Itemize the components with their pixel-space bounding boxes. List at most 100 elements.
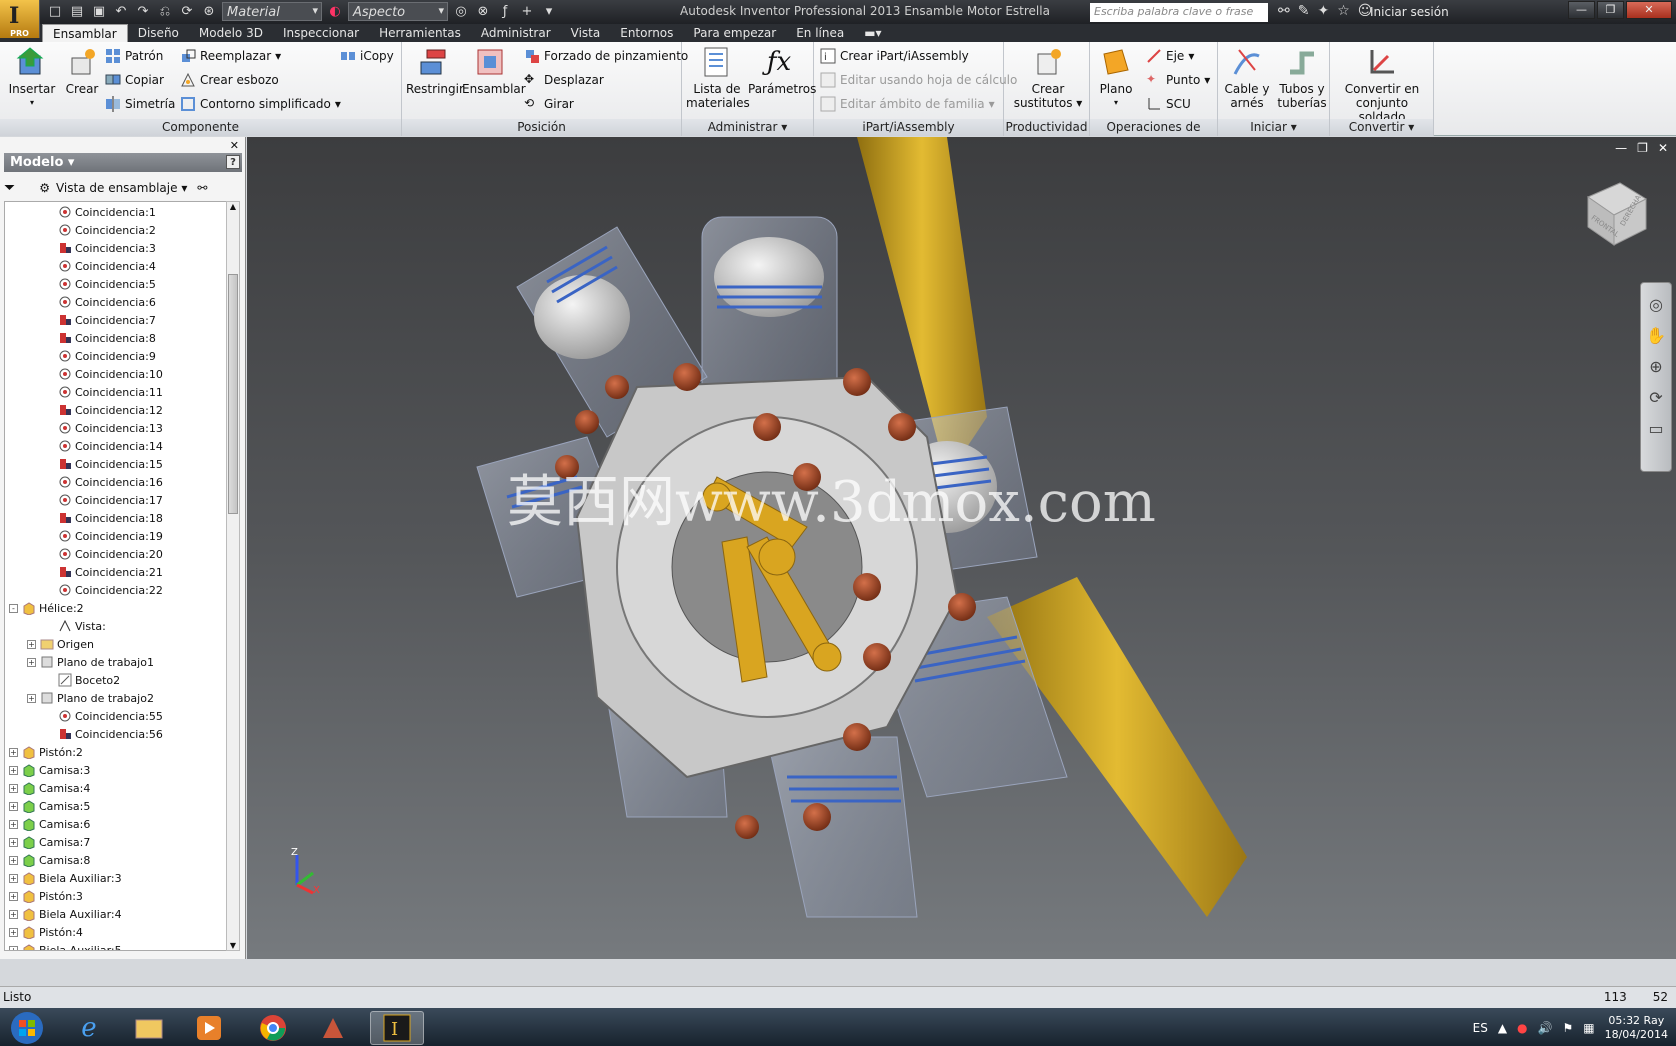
restringir-button[interactable]: Restringir <box>406 46 464 96</box>
punto-button[interactable]: ✦ Punto ▾ <box>1146 72 1210 88</box>
tree-item[interactable]: Coincidencia:7 <box>45 311 156 329</box>
eje-button[interactable]: Eje ▾ <box>1146 48 1194 64</box>
file-explorer-icon[interactable] <box>122 1011 176 1045</box>
browser-scrollbar[interactable]: ▲ ▼ <box>226 201 240 951</box>
tree-item[interactable]: Coincidencia:8 <box>45 329 156 347</box>
tree-item[interactable]: + Biela Auxiliar:5 <box>9 941 122 950</box>
tab-inspeccionar[interactable]: Inspeccionar <box>273 24 369 42</box>
expand-icon[interactable]: + <box>9 945 18 950</box>
parametros-button[interactable]: ƒx Parámetros <box>748 46 816 96</box>
tree-item[interactable]: - Hélice:2 <box>9 599 84 617</box>
start-button[interactable] <box>6 1011 48 1045</box>
taskbar-clock[interactable]: 05:32 Ray 18/04/2014 <box>1605 1014 1668 1042</box>
pan-icon[interactable]: ✋ <box>1641 326 1671 345</box>
qa-customize-icon[interactable]: ▾ <box>540 3 558 21</box>
expand-icon[interactable]: + <box>9 747 18 757</box>
expand-icon[interactable]: + <box>9 855 18 865</box>
return-icon[interactable]: ⎌ <box>156 3 174 21</box>
tree-item[interactable]: Coincidencia:55 <box>45 707 163 725</box>
tree-item[interactable]: + Pistón:3 <box>9 887 83 905</box>
find-binoculars-icon[interactable]: ⚯ <box>197 181 207 195</box>
tree-item[interactable]: Coincidencia:20 <box>45 545 163 563</box>
tree-item[interactable]: + Camisa:6 <box>9 815 90 833</box>
scu-button[interactable]: SCU <box>1146 96 1191 112</box>
copiar-button[interactable]: Copiar <box>105 72 164 88</box>
tab-ensamblar[interactable]: Ensamblar <box>42 24 128 42</box>
tree-item[interactable]: + Plano de trabajo2 <box>27 689 154 707</box>
tree-item[interactable]: + Biela Auxiliar:3 <box>9 869 122 887</box>
tree-item[interactable]: Coincidencia:22 <box>45 581 163 599</box>
tab-administrar[interactable]: Administrar <box>471 24 561 42</box>
lista-materiales-button[interactable]: Lista de materiales <box>686 46 750 110</box>
expand-icon[interactable]: + <box>9 927 18 937</box>
tree-item[interactable]: Coincidencia:11 <box>45 383 163 401</box>
girar-button[interactable]: ⟲ Girar <box>524 96 574 112</box>
desplazar-button[interactable]: ✥ Desplazar <box>524 72 604 88</box>
crear-esbozo-button[interactable]: Crear esbozo <box>180 72 279 88</box>
tab-vista[interactable]: Vista <box>561 24 611 42</box>
internet-explorer-icon[interactable]: e <box>62 1011 116 1045</box>
tab-herramientas[interactable]: Herramientas <box>369 24 471 42</box>
forzado-pinzamiento-button[interactable]: Forzado de pinzamiento <box>524 48 688 64</box>
signin-button[interactable]: Iniciar sesión <box>1370 5 1449 19</box>
plano-button[interactable]: Plano ▾ <box>1094 46 1138 110</box>
graphics-window[interactable]: 莫西网www.3dmox.com — ❐ ✕ FRONTAL DERECHA ◎… <box>247 137 1676 959</box>
expand-icon[interactable]: + <box>9 891 18 901</box>
tree-item[interactable]: Coincidencia:12 <box>45 401 163 419</box>
fx-icon[interactable]: ƒ <box>496 3 514 21</box>
tree-item[interactable]: Vista: <box>45 617 106 635</box>
add-icon[interactable]: + <box>518 3 536 21</box>
tree-item[interactable]: Coincidencia:10 <box>45 365 163 383</box>
satellite-icon[interactable]: ✦ <box>1317 3 1329 19</box>
app-game-icon[interactable] <box>306 1011 360 1045</box>
tab-diseno[interactable]: Diseño <box>128 24 189 42</box>
wrench-icon[interactable]: ✎ <box>1298 3 1310 19</box>
tree-item[interactable]: + Camisa:8 <box>9 851 90 869</box>
vp-close-icon[interactable]: ✕ <box>1658 141 1668 155</box>
vp-restore-icon[interactable]: ❐ <box>1637 141 1648 155</box>
tree-item[interactable]: Coincidencia:9 <box>45 347 156 365</box>
ribbon-options-icon[interactable]: ▬▾ <box>854 24 891 42</box>
star-icon[interactable]: ☆ <box>1337 3 1350 19</box>
action-center-flag-icon[interactable]: ⚑ <box>1562 1021 1573 1035</box>
tree-item[interactable]: + Pistón:4 <box>9 923 83 941</box>
tree-item[interactable]: Coincidencia:18 <box>45 509 163 527</box>
scroll-thumb[interactable] <box>228 274 238 514</box>
expand-icon[interactable]: + <box>9 909 18 919</box>
expand-icon[interactable]: + <box>9 783 18 793</box>
patron-button[interactable]: Patrón <box>105 48 163 64</box>
clear-appearance-icon[interactable]: ◎ <box>452 3 470 21</box>
minimize-icon[interactable]: — <box>1568 1 1595 19</box>
warning-icon[interactable]: ● <box>1517 1021 1527 1035</box>
tree-item[interactable]: Coincidencia:17 <box>45 491 163 509</box>
tree-item[interactable]: + Camisa:3 <box>9 761 90 779</box>
icopy-button[interactable]: iCopy <box>340 48 394 64</box>
open-file-icon[interactable]: ▤ <box>68 3 86 21</box>
appearance-dropdown[interactable]: Aspecto <box>348 2 448 21</box>
tree-item[interactable]: + Camisa:7 <box>9 833 90 851</box>
simetria-button[interactable]: Simetría <box>105 96 175 112</box>
expand-icon[interactable]: + <box>9 801 18 811</box>
expand-icon[interactable]: + <box>9 873 18 883</box>
browser-close-icon[interactable]: ✕ <box>230 139 239 152</box>
reemplazar-button[interactable]: Reemplazar ▾ <box>180 48 281 64</box>
tree-item[interactable]: + Pistón:2 <box>9 743 83 761</box>
new-file-icon[interactable]: □ <box>46 3 64 21</box>
tree-item[interactable]: + Camisa:4 <box>9 779 90 797</box>
material-dropdown[interactable]: Material <box>222 2 322 21</box>
vp-minimize-icon[interactable]: — <box>1615 141 1627 155</box>
volume-icon[interactable]: 🔊 <box>1538 1021 1553 1035</box>
full-nav-wheel-icon[interactable]: ◎ <box>1641 295 1671 314</box>
view-mode-dropdown[interactable]: Vista de ensamblaje ▾ <box>56 181 187 195</box>
contorno-dropdown-icon[interactable]: ▾ <box>335 97 341 111</box>
close-icon[interactable]: ✕ <box>1626 1 1672 19</box>
tree-item[interactable]: + Biela Auxiliar:4 <box>9 905 122 923</box>
tab-en-linea[interactable]: En línea <box>786 24 854 42</box>
tree-item[interactable]: + Plano de trabajo1 <box>27 653 154 671</box>
editar-hoja-calculo-button[interactable]: Editar usando hoja de cálculo <box>820 72 1017 88</box>
help-search-input[interactable]: Escriba palabra clave o frase <box>1090 3 1268 22</box>
ensamblar-button[interactable]: Ensamblar <box>462 46 526 96</box>
network-icon[interactable]: ▦ <box>1583 1021 1594 1035</box>
browser-header[interactable]: Modelo ▾? <box>4 153 242 172</box>
cylinder-bottom[interactable] <box>766 736 918 918</box>
